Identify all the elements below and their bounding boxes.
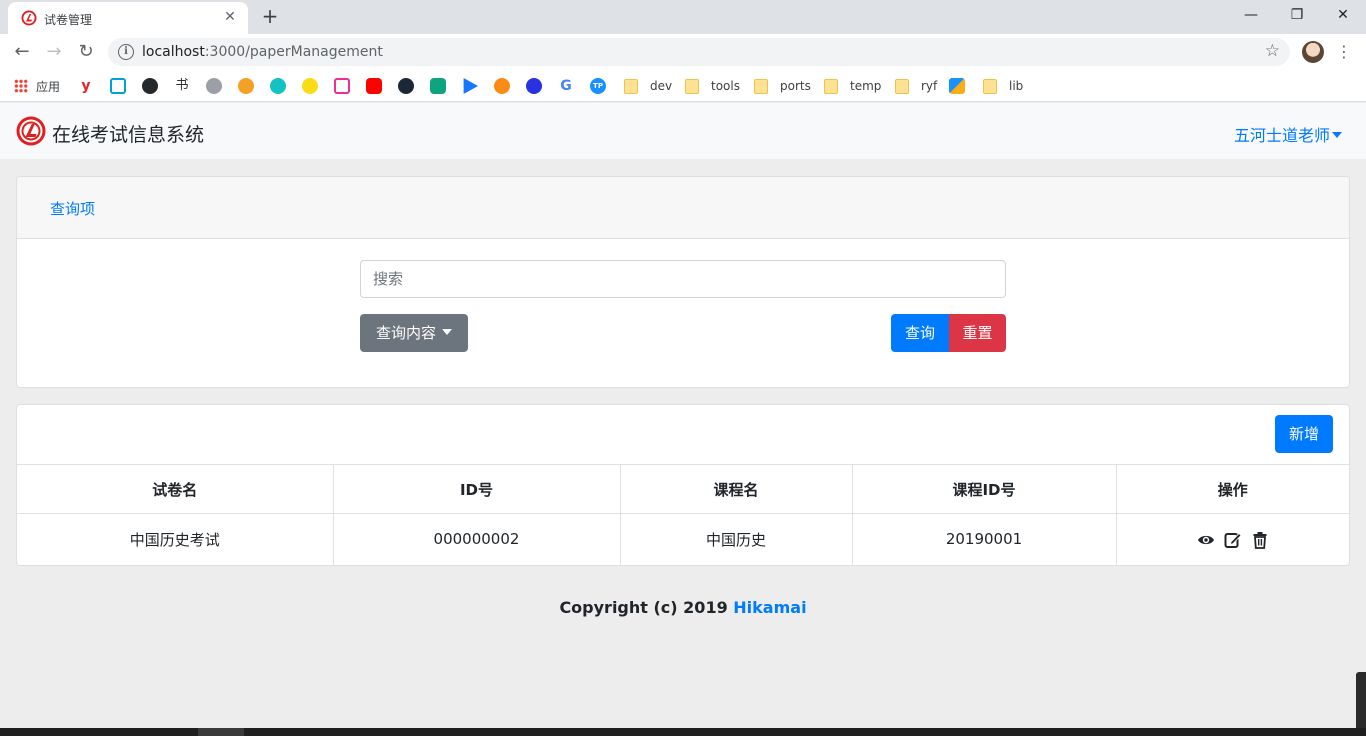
folder-icon (895, 78, 909, 94)
query-card: 查询项 查询内容 查询 重置 (16, 176, 1350, 388)
steam-icon[interactable] (398, 78, 414, 94)
chevron-down-icon (1332, 132, 1342, 138)
bookmark-dev[interactable]: dev (624, 76, 672, 96)
column-header: 操作 (1116, 464, 1349, 514)
user-name: 五河士道老师 (1233, 126, 1330, 145)
tab-close-icon[interactable]: ✕ (220, 7, 240, 27)
browser-tab-active[interactable]: 试卷管理 ✕ (8, 2, 248, 34)
bookmark-label: temp (850, 79, 882, 93)
play-icon[interactable] (463, 78, 478, 94)
side-widget (1356, 672, 1366, 728)
chevron-down-icon (442, 329, 452, 335)
bookmark-apps[interactable]: 应用 (14, 76, 60, 96)
edit-icon[interactable] (1224, 531, 1242, 549)
column-header: 课程ID号 (852, 464, 1117, 514)
copyright-text: Copyright (c) 2019 (559, 598, 728, 617)
paper-table: 试卷名 ID号 课程名 课程ID号 操作 中国历史考试 000000002 中国… (17, 464, 1349, 565)
browser-menu-icon[interactable]: ⋮ (1336, 40, 1352, 64)
add-button[interactable]: 新增 (1275, 415, 1333, 453)
orange-face-icon[interactable] (238, 78, 254, 94)
new-tab-icon[interactable]: + (258, 5, 282, 29)
folder-icon (754, 78, 768, 94)
app-page: 在线考试信息系统 五河士道老师 查询项 查询内容 查询 重置 新增 试卷名 ID… (0, 103, 1366, 728)
bookmark-label: dev (650, 79, 673, 93)
swirl-icon[interactable] (494, 78, 510, 94)
delete-icon[interactable] (1251, 531, 1269, 549)
address-bar[interactable]: i localhost:3000/paperManagement ☆ (108, 38, 1290, 66)
bookmarks-bar: 应用 y 书 G TP dev tools ports temp ryf lib (0, 70, 1366, 102)
bilibili-icon[interactable] (110, 78, 126, 94)
folder-icon (624, 78, 638, 94)
profile-avatar[interactable] (1302, 41, 1324, 63)
dropdown-label: 查询内容 (375, 324, 436, 342)
bookmark-ports[interactable]: ports (754, 76, 811, 96)
footer: Copyright (c) 2019 Hikamai (0, 598, 1366, 617)
column-header: 试卷名 (17, 464, 334, 514)
footer-brand-link[interactable]: Hikamai (733, 598, 806, 617)
query-field-dropdown[interactable]: 查询内容 (360, 314, 468, 352)
brand-title[interactable]: 在线考试信息系统 (52, 120, 204, 147)
folder-icon (824, 78, 838, 94)
jianshu-icon[interactable]: 书 (174, 78, 190, 94)
tv-icon[interactable] (334, 78, 350, 94)
query-card-title[interactable]: 查询项 (50, 198, 95, 219)
github-icon[interactable] (142, 78, 158, 94)
bookmark-star-icon[interactable]: ☆ (1265, 41, 1280, 61)
query-card-header: 查询项 (17, 177, 1349, 239)
actions-cell (1116, 513, 1349, 565)
os-taskbar (0, 728, 1366, 736)
tp-icon[interactable]: TP (590, 78, 606, 94)
brand-logo-icon[interactable] (16, 116, 46, 146)
column-header: 课程名 (620, 464, 853, 514)
google-icon[interactable]: G (558, 78, 574, 94)
restore-icon[interactable]: ❐ (1274, 0, 1320, 30)
browser-tabstrip: 试卷管理 ✕ + — ❐ ✕ (0, 0, 1366, 34)
close-window-icon[interactable]: ✕ (1320, 0, 1366, 30)
reload-icon[interactable]: ↻ (72, 38, 100, 66)
site-info-icon[interactable]: i (118, 44, 134, 60)
paper-table-card: 新增 试卷名 ID号 课程名 课程ID号 操作 中国历史考试 000000002… (16, 404, 1350, 566)
bookmark-ryf[interactable]: ryf (895, 76, 937, 96)
search-input[interactable] (360, 260, 1006, 298)
folder-icon (685, 78, 699, 94)
bookmark-label: tools (711, 79, 740, 93)
back-icon[interactable]: ← (8, 38, 36, 66)
bookmark-lib[interactable]: lib (983, 76, 1023, 96)
address-url: localhost:3000/paperManagement (142, 44, 383, 60)
taskbar-active-item[interactable] (198, 728, 244, 736)
bookmark-temp[interactable]: temp (824, 76, 881, 96)
top-navbar: 在线考试信息系统 五河士道老师 (0, 103, 1366, 159)
table-header-row: 试卷名 ID号 课程名 课程ID号 操作 (17, 464, 1349, 514)
bookmark-tools[interactable]: tools (685, 76, 740, 96)
youtube-icon[interactable] (366, 78, 382, 94)
yellow-logo-icon[interactable] (302, 78, 318, 94)
query-button[interactable]: 查询 (891, 314, 949, 352)
column-header: ID号 (333, 464, 621, 514)
bookmark-label: lib (1009, 79, 1024, 93)
minimize-icon[interactable]: — (1228, 0, 1274, 30)
baidu-icon[interactable] (526, 78, 542, 94)
tab-title: 试卷管理 (44, 13, 93, 27)
green-hex-icon[interactable] (430, 78, 446, 94)
view-icon[interactable] (1197, 531, 1215, 549)
table-row: 中国历史考试 000000002 中国历史 20190001 (17, 513, 1349, 565)
bookmark-label: ryf (921, 79, 938, 93)
bookmark-label: ports (780, 79, 811, 93)
cyan-pacman-icon[interactable] (270, 78, 286, 94)
bookmark-label: 应用 (36, 79, 61, 94)
layers-icon[interactable] (949, 78, 965, 94)
site-logo-icon (21, 10, 37, 26)
paper-id-cell: 000000002 (333, 513, 621, 565)
forward-icon[interactable]: → (40, 38, 68, 66)
yuque-icon[interactable]: y (78, 78, 94, 94)
browser-toolbar: ← → ↻ i localhost:3000/paperManagement ☆… (0, 34, 1366, 70)
user-dropdown[interactable]: 五河士道老师 (1234, 122, 1342, 146)
folder-icon (983, 78, 997, 94)
paper-name-cell: 中国历史考试 (17, 513, 334, 565)
apps-grid-icon (14, 79, 28, 93)
course-name-cell: 中国历史 (620, 513, 853, 565)
course-id-cell: 20190001 (852, 513, 1117, 565)
reset-button[interactable]: 重置 (949, 314, 1006, 352)
bird-icon[interactable] (206, 78, 222, 94)
